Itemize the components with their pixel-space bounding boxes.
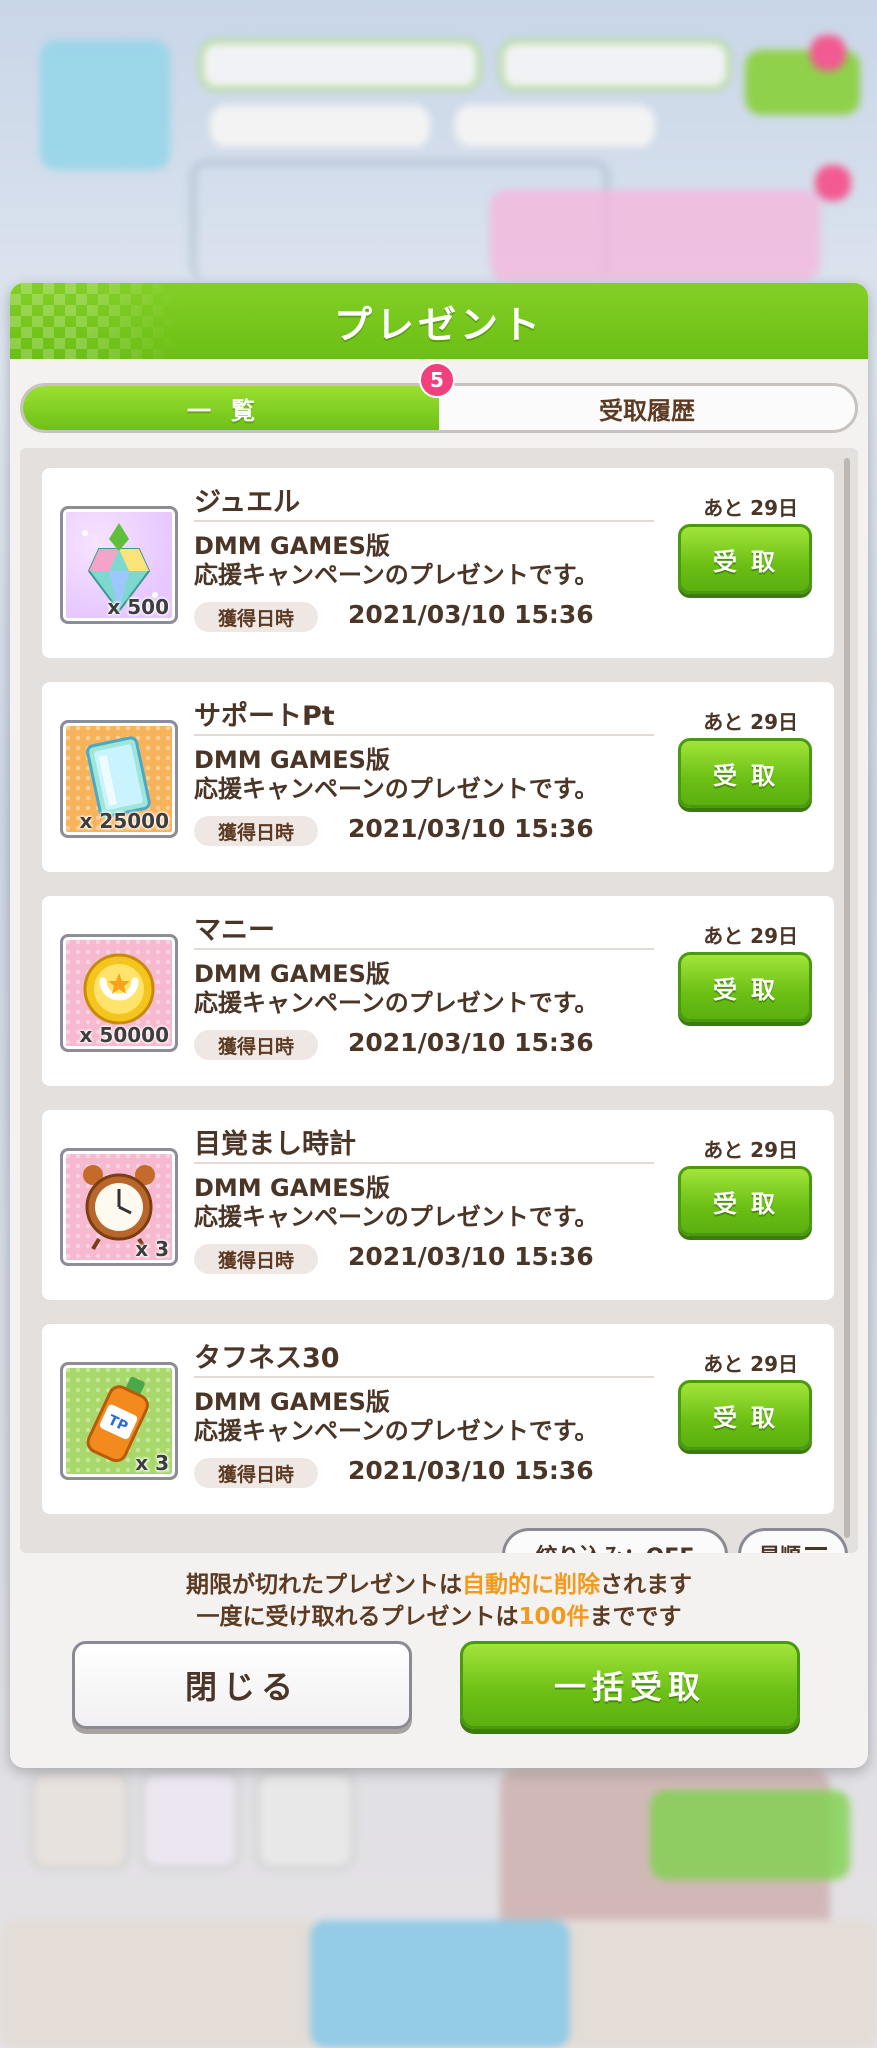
- description-line: 応援キャンペーンのプレゼントです。: [194, 561, 599, 589]
- coin-icon: x 50000: [60, 934, 178, 1052]
- present-item: x 50000 マニー DMM GAMES版 応援キャンペーンのプレゼントです。…: [42, 896, 834, 1086]
- item-name: マニー: [194, 915, 275, 946]
- description-line: 応援キャンペーンのプレゼントです。: [194, 1417, 599, 1445]
- banner-logo: [490, 190, 820, 280]
- close-button[interactable]: 閉じる: [72, 1641, 412, 1729]
- notice-text: 期限が切れたプレゼントは: [186, 1572, 462, 1598]
- item-name: サポートPt: [194, 701, 335, 732]
- sort-button[interactable]: 昇順: [738, 1528, 848, 1553]
- training-button: [650, 1790, 850, 1880]
- notice-expiry: 期限が切れたプレゼントは自動的に削除されます: [10, 1565, 868, 1599]
- expiry-remaining: あと 29日: [703, 710, 798, 734]
- alarm-clock-icon: x 3: [60, 1148, 178, 1266]
- tab-list[interactable]: 一覧 5: [23, 362, 455, 430]
- support-card-icon: x 25000: [60, 720, 178, 838]
- tp-bar: [500, 40, 730, 90]
- receive-button[interactable]: 受取: [678, 952, 812, 1022]
- acquired-date: 2021/03/10 15:36: [348, 1456, 594, 1485]
- present-item: x 500 ジュエル DMM GAMES版 応援キャンペーンのプレゼントです。 …: [42, 468, 834, 658]
- tp-bottle-icon: TP x 3: [60, 1362, 178, 1480]
- description-line: DMM GAMES版: [194, 746, 390, 774]
- expiry-remaining: あと 29日: [703, 1352, 798, 1376]
- divider: [194, 734, 654, 736]
- unread-count-badge: 5: [419, 362, 455, 398]
- tab-list-label: 一覧: [187, 396, 275, 425]
- jewel-icon: x 500: [60, 506, 178, 624]
- item-quantity: x 500: [107, 595, 169, 619]
- item-description: DMM GAMES版 応援キャンペーンのプレゼントです。: [194, 960, 598, 1018]
- divider: [194, 1376, 654, 1378]
- dialog-header: プレゼント: [10, 283, 868, 359]
- sort-order-icon: [805, 1547, 827, 1550]
- home-nav-tab: [310, 1920, 570, 2048]
- expiry-remaining: あと 29日: [703, 496, 798, 520]
- tab-history[interactable]: 受取履歴: [439, 386, 855, 430]
- notification-dot: [815, 165, 851, 201]
- item-name: 目覚まし時計: [194, 1129, 356, 1160]
- divider: [194, 948, 654, 950]
- receive-button[interactable]: 受取: [678, 1380, 812, 1450]
- item-quantity: x 3: [135, 1451, 169, 1475]
- dialog-title: プレゼント: [333, 302, 544, 347]
- money-bar: [210, 105, 430, 147]
- receive-button[interactable]: 受取: [678, 738, 812, 808]
- acquired-date-label: 獲得日時: [194, 602, 318, 632]
- description-line: 応援キャンペーンのプレゼントです。: [194, 775, 599, 803]
- acquired-date: 2021/03/10 15:36: [348, 814, 594, 843]
- item-description: DMM GAMES版 応援キャンペーンのプレゼントです。: [194, 746, 598, 804]
- item-description: DMM GAMES版 応援キャンペーンのプレゼントです。: [194, 532, 598, 590]
- expiry-remaining: あと 29日: [703, 1138, 798, 1162]
- notice-limit: 一度に受け取れるプレゼントは100件までです: [10, 1597, 868, 1631]
- present-item: x 25000 サポートPt DMM GAMES版 応援キャンペーンのプレゼント…: [42, 682, 834, 872]
- notice-text: 一度に受け取れるプレゼントは: [196, 1604, 519, 1630]
- acquired-date: 2021/03/10 15:36: [348, 600, 594, 629]
- acquired-date-label: 獲得日時: [194, 1458, 318, 1488]
- item-quantity: x 3: [135, 1237, 169, 1261]
- acquired-date-label: 獲得日時: [194, 816, 318, 846]
- acquired-date-label: 獲得日時: [194, 1244, 318, 1274]
- event-badge: [40, 40, 170, 170]
- notice-text: までです: [589, 1604, 682, 1630]
- acquired-date: 2021/03/10 15:36: [348, 1242, 594, 1271]
- present-item: x 3 目覚まし時計 DMM GAMES版 応援キャンペーンのプレゼントです。 …: [42, 1110, 834, 1300]
- character-bubble: [30, 1770, 130, 1870]
- tab-history-label: 受取履歴: [599, 396, 695, 425]
- notice-highlight: 100件: [518, 1604, 590, 1630]
- item-quantity: x 50000: [79, 1023, 169, 1047]
- divider: [194, 520, 654, 522]
- trainer-level-bar: [200, 40, 480, 90]
- item-quantity: x 25000: [79, 809, 169, 833]
- description-line: DMM GAMES版: [194, 1174, 390, 1202]
- item-description: DMM GAMES版 応援キャンペーンのプレゼントです。: [194, 1388, 598, 1446]
- description-line: DMM GAMES版: [194, 532, 390, 560]
- present-dialog: プレゼント 一覧 5 受取履歴 x 500 ジュエル DMM GAMES版 応援…: [10, 283, 868, 1768]
- notice-text: されます: [600, 1572, 692, 1598]
- character-bubble: [140, 1770, 240, 1870]
- description-line: 応援キャンペーンのプレゼントです。: [194, 989, 599, 1017]
- filter-button[interactable]: 絞り込み：OFF: [502, 1528, 728, 1553]
- acquired-date: 2021/03/10 15:36: [348, 1028, 594, 1057]
- receive-button[interactable]: 受取: [678, 1166, 812, 1236]
- item-name: ジュエル: [194, 487, 301, 518]
- item-description: DMM GAMES版 応援キャンペーンのプレゼントです。: [194, 1174, 598, 1232]
- receive-all-button[interactable]: 一括受取: [460, 1641, 800, 1729]
- divider: [194, 1162, 654, 1164]
- receive-button[interactable]: 受取: [678, 524, 812, 594]
- item-name: タフネス30: [194, 1343, 340, 1374]
- notice-highlight: 自動的に削除: [462, 1572, 600, 1598]
- description-line: 応援キャンペーンのプレゼントです。: [194, 1203, 599, 1231]
- tab-bar: 一覧 5 受取履歴: [20, 362, 858, 433]
- sort-label: 昇順: [759, 1540, 801, 1553]
- present-list[interactable]: x 500 ジュエル DMM GAMES版 応援キャンペーンのプレゼントです。 …: [20, 448, 858, 1553]
- description-line: DMM GAMES版: [194, 1388, 390, 1416]
- character-bubble: [255, 1770, 355, 1870]
- acquired-date-label: 獲得日時: [194, 1030, 318, 1060]
- present-item: TP x 3 タフネス30 DMM GAMES版 応援キャンペーンのプレゼントで…: [42, 1324, 834, 1514]
- description-line: DMM GAMES版: [194, 960, 390, 988]
- notification-dot: [810, 35, 846, 71]
- scrollbar[interactable]: [844, 458, 850, 1538]
- jewel-bar: [455, 105, 655, 147]
- expiry-remaining: あと 29日: [703, 924, 798, 948]
